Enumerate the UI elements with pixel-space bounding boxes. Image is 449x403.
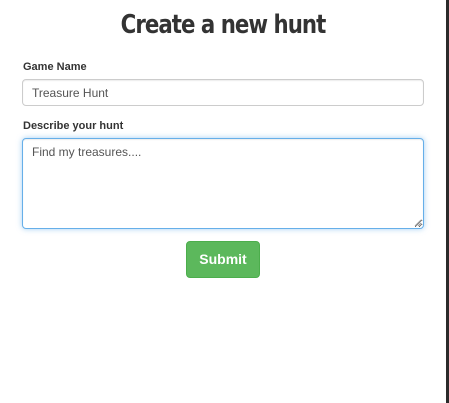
- submit-button[interactable]: Submit: [186, 241, 260, 278]
- resize-grip-icon[interactable]: [414, 219, 422, 227]
- game-name-input[interactable]: [22, 79, 424, 106]
- page-title: Create a new hunt: [120, 10, 327, 40]
- game-name-label: Game Name: [23, 61, 87, 73]
- description-label: Describe your hunt: [23, 120, 124, 132]
- description-textarea[interactable]: Find my treasures....: [22, 138, 424, 229]
